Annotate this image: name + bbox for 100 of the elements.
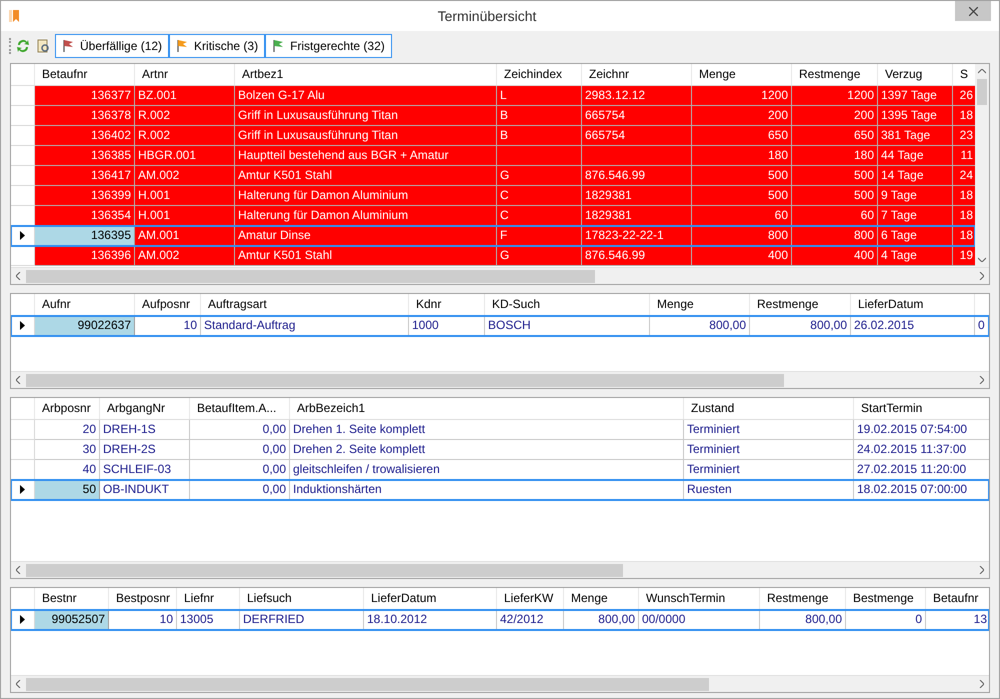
table-cell: 136417 [35,166,135,186]
column-header[interactable]: Menge [692,64,792,85]
column-header[interactable]: Zustand [684,398,854,419]
scroll-left-icon[interactable] [16,376,21,384]
table-cell: Hauptteil bestehend aus BGR + Amatur [235,146,497,166]
scroll-left-icon[interactable] [16,566,21,574]
table-cell: 136354 [35,206,135,226]
table-cell: L [497,86,582,106]
table-cell: 136385 [35,146,135,166]
column-header[interactable]: Bestmenge [846,588,926,609]
refresh-icon[interactable] [15,38,31,54]
table-cell: C [497,186,582,206]
scroll-right-icon[interactable] [979,566,984,574]
scrollbar-thumb[interactable] [977,79,987,105]
column-header[interactable]: Auftragsart [201,294,409,315]
table-cell: 500 [792,166,878,186]
table-cell: G [497,246,582,266]
table-cell: 20 [35,420,100,440]
column-header[interactable]: Zeichindex [497,64,582,85]
table-row[interactable]: 20 DREH-1S 0,00 Drehen 1. Seite komplett Terminiert 19.02.2015 07:54:00 [11,420,989,440]
column-header[interactable]: Verzug [878,64,953,85]
scrollbar-thumb[interactable] [26,374,784,386]
table-cell: Drehen 1. Seite komplett [290,420,684,440]
table-row[interactable]: 136399 H.001 Halterung für Damon Aluminium C 1829381 500 500 9 Tage 18 [11,186,975,206]
table-row[interactable]: 30 DREH-2S 0,00 Drehen 2. Seite komplett Terminiert 24.02.2015 11:37:00 [11,440,989,460]
scroll-right-icon[interactable] [979,680,984,688]
column-header[interactable]: Artnr [135,64,235,85]
column-header[interactable]: KD-Such [485,294,650,315]
horizontal-scrollbar[interactable] [11,267,989,284]
column-header[interactable]: Menge [650,294,750,315]
column-header[interactable]: Betaufnr [35,64,135,85]
column-header[interactable]: Artbez1 [235,64,497,85]
column-header[interactable]: Zeichnr [582,64,692,85]
report-icon[interactable] [35,38,51,54]
table-row[interactable]: 40 SCHLEIF-03 0,00 gleitschleifen / trowalisieren Terminiert 27.02.2015 11:20:00 [11,460,989,480]
table-cell: Amtur K501 Stahl [235,166,497,186]
horizontal-scrollbar[interactable] [11,675,989,692]
table-cell: C [497,206,582,226]
column-header[interactable]: Bestposnr [109,588,177,609]
column-header[interactable]: Menge [564,588,639,609]
horizontal-scrollbar[interactable] [11,561,989,578]
scroll-down-icon[interactable] [978,257,986,262]
table-cell: 30 [35,440,100,460]
table-cell: 800 [692,226,792,246]
table-row[interactable]: 136402 R.002 Griff in Luxusausführung Titan B 665754 650 650 381 Tage 23 [11,126,975,146]
column-header[interactable]: WunschTermin [639,588,760,609]
column-header[interactable]: LieferDatum [364,588,497,609]
column-header[interactable]: Liefnr [177,588,240,609]
scroll-left-icon[interactable] [16,272,21,280]
table-cell: 99052507 [35,610,109,630]
column-header[interactable]: Restmenge [760,588,846,609]
table-cell: 136395 [35,226,135,246]
scrollbar-thumb[interactable] [26,270,595,282]
horizontal-scrollbar[interactable] [11,371,989,388]
scrollbar-thumb[interactable] [26,678,709,690]
table-row[interactable]: 136396 AM.002 Amtur K501 Stahl G 876.546.99 400 400 4 Tage 19 [11,246,975,266]
table-row[interactable]: 136378 R.002 Griff in Luxusausführung Titan B 665754 200 200 1395 Tage 18 [11,106,975,126]
table-cell: Halterung für Damon Aluminium [235,186,497,206]
table-cell: Terminiert [684,420,854,440]
filter-button[interactable]: Kritische (3) [169,34,266,58]
column-header[interactable]: Liefsuch [240,588,364,609]
scrollbar-thumb[interactable] [26,564,624,576]
scroll-right-icon[interactable] [979,272,984,280]
table-cell: 200 [792,106,878,126]
column-header[interactable]: Restmenge [792,64,878,85]
column-header[interactable]: ArbBezeich1 [290,398,684,419]
table-row[interactable]: 136354 H.001 Halterung für Damon Aluminium C 1829381 60 60 7 Tage 18 [11,206,975,226]
filter-button[interactable]: Fristgerechte (32) [265,34,392,58]
column-header[interactable]: Aufnr [35,294,135,315]
column-header[interactable]: BetaufItem.A... [190,398,290,419]
scroll-right-icon[interactable] [979,376,984,384]
table-row[interactable]: 136417 AM.002 Amtur K501 Stahl G 876.546.99 500 500 14 Tage 24 [11,166,975,186]
table-cell: 136399 [35,186,135,206]
scroll-up-icon[interactable] [978,69,986,74]
close-button[interactable] [955,1,991,21]
table-row[interactable]: 136385 HBGR.001 Hauptteil bestehend aus BGR + Amatur 180 180 44 Tage 11 [11,146,975,166]
column-header[interactable]: Kdnr [409,294,485,315]
table-row[interactable]: 136377 BZ.001 Bolzen G-17 Alu L 2983.12.12 1200 1200 1397 Tage 26 [11,86,975,106]
column-header[interactable]: ArbgangNr [100,398,190,419]
table-row[interactable]: 50 OB-INDUKT 0,00 Induktionshärten Ruesten 18.02.2015 07:00:00 [11,480,989,500]
table-cell: BZ.001 [135,86,235,106]
table-row[interactable]: 136395 AM.001 Amatur Dinse F 17823-22-22-1 800 800 6 Tage 18 [11,226,975,246]
column-header[interactable]: StartTermin [854,398,989,419]
column-header[interactable]: LieferKW [497,588,564,609]
table-cell: 99022637 [35,316,135,336]
column-header[interactable]: Arbposnr [35,398,100,419]
vertical-scrollbar[interactable] [975,64,989,267]
table-cell: 50 [35,480,100,500]
table-cell: Bolzen G-17 Alu [235,86,497,106]
column-header[interactable]: Betaufnr [926,588,989,609]
column-header[interactable]: LieferDatum [851,294,975,315]
table-cell: B [497,126,582,146]
row-pointer-icon [20,321,25,330]
column-header[interactable]: Restmenge [750,294,851,315]
column-header[interactable]: Aufposnr [135,294,201,315]
table-row[interactable]: 99022637 10 Standard-Auftrag 1000 BOSCH 800,00 800,00 26.02.2015 0 [11,316,989,336]
column-header[interactable]: Bestnr [35,588,109,609]
scroll-left-icon[interactable] [16,680,21,688]
filter-button[interactable]: Überfällige (12) [55,34,170,58]
table-row[interactable]: 99052507 10 13005 DERFRIED 18.10.2012 42/2012 800,00 00/0000 800,00 0 13 [11,610,989,630]
